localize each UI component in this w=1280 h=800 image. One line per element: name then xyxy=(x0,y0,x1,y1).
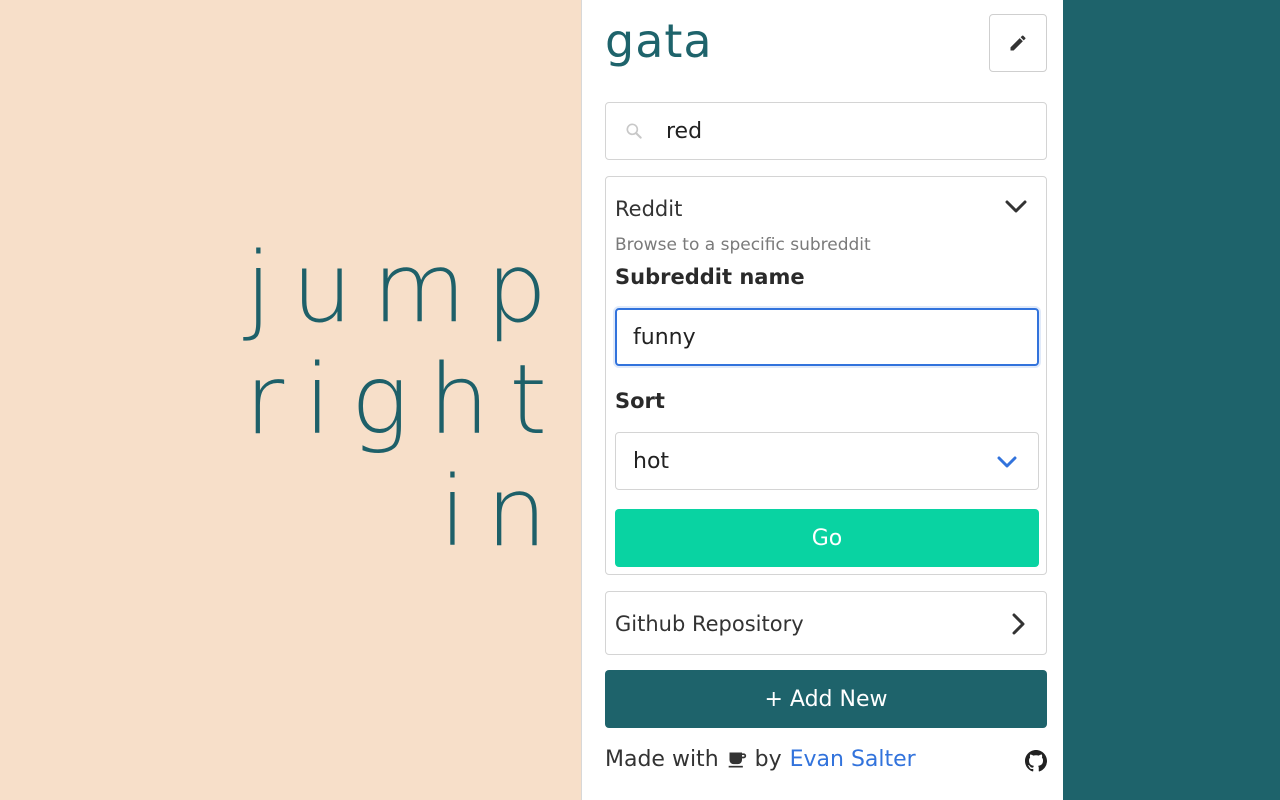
hero-line-2: right xyxy=(244,344,567,456)
author-link[interactable]: Evan Salter xyxy=(790,747,916,772)
go-button[interactable]: Go xyxy=(615,509,1039,567)
reddit-card-description: Browse to a specific subreddit xyxy=(615,235,871,255)
sort-selected-value: hot xyxy=(633,448,670,474)
background-right xyxy=(1063,0,1280,800)
sort-select[interactable]: hot xyxy=(615,432,1039,490)
extension-panel: gata Reddit Browse to a specific subredd… xyxy=(581,0,1063,800)
subreddit-name-label: Subreddit name xyxy=(615,265,805,289)
subreddit-name-input[interactable] xyxy=(633,324,1013,350)
footer: Made with by Evan Salter xyxy=(605,747,1047,772)
hero-line-1: jump xyxy=(245,232,567,344)
github-repository-card[interactable]: Github Repository xyxy=(605,591,1047,655)
hero-text: jump right in xyxy=(245,232,567,568)
github-icon[interactable] xyxy=(1025,750,1047,778)
reddit-card: Reddit Browse to a specific subreddit Su… xyxy=(605,176,1047,575)
search-input[interactable] xyxy=(666,118,1026,144)
chevron-right-icon xyxy=(1010,612,1026,640)
reddit-card-title[interactable]: Reddit xyxy=(615,197,682,221)
chevron-down-icon xyxy=(996,451,1018,476)
add-new-button[interactable]: + Add New xyxy=(605,670,1047,728)
chevron-down-icon[interactable] xyxy=(1004,199,1028,219)
gata-logo: gata xyxy=(605,14,713,68)
pencil-icon xyxy=(1010,35,1026,51)
coffee-icon xyxy=(727,750,747,770)
by-text: by xyxy=(754,747,782,772)
edit-button[interactable] xyxy=(989,14,1047,72)
subreddit-name-field[interactable] xyxy=(615,308,1039,366)
search-icon xyxy=(624,121,646,141)
background-left: jump right in xyxy=(0,0,581,800)
made-with-text: Made with xyxy=(605,747,719,772)
hero-line-3: in xyxy=(439,456,567,568)
github-repository-label: Github Repository xyxy=(615,612,804,636)
sort-label: Sort xyxy=(615,389,665,413)
search-box[interactable] xyxy=(605,102,1047,160)
